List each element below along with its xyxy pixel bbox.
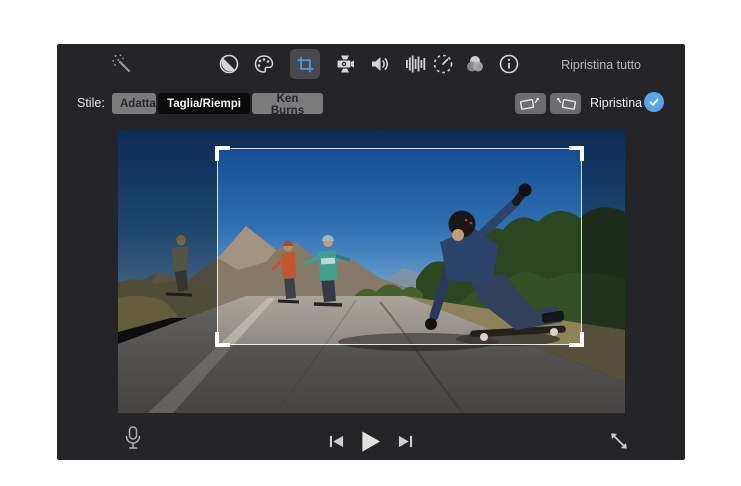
checkmark-icon [647,95,661,109]
crop-handle-top-right[interactable] [569,146,584,161]
adjust-toolbar: Ripristina tutto [57,44,685,86]
apply-crop-button[interactable] [644,92,664,112]
info-icon [497,52,521,76]
clip-filter-circles-icon [463,52,487,76]
crop-button-active[interactable] [290,49,320,79]
style-option-adatta[interactable]: Adatta [112,93,156,114]
crop-selection[interactable] [217,148,582,345]
skip-forward-icon [397,434,414,449]
transport-bar [57,422,685,460]
adjustments-panel: Ripristina tutto Stile: Adatta Taglia/Ri… [57,44,685,460]
style-option-taglia-riempi[interactable]: Taglia/Riempi [158,93,250,114]
info-button[interactable] [497,52,521,76]
noise-equalizer-button[interactable] [403,52,427,76]
color-correction-button[interactable] [252,52,276,76]
stabilization-button[interactable] [333,52,357,76]
speed-button[interactable] [431,52,455,76]
rotate-counterclockwise-icon [517,95,544,113]
style-label: Stile: [77,96,105,110]
expand-viewer-button[interactable] [607,428,632,453]
style-option-ken-burns[interactable]: Ken Burns [252,93,323,114]
skip-back-button[interactable] [328,434,345,449]
rotate-clockwise-icon [552,95,579,113]
crop-handle-top-left[interactable] [215,146,230,161]
magic-wand-icon [110,52,134,76]
volume-button[interactable] [368,52,392,76]
play-icon [360,430,382,453]
noise-equalizer-bars-icon [403,52,427,76]
volume-icon [368,52,392,76]
color-balance-icon [217,52,241,76]
play-button[interactable] [360,430,382,453]
color-balance-button[interactable] [217,52,241,76]
rotate-counterclockwise-button[interactable] [515,93,546,114]
clip-filter-button[interactable] [463,52,487,76]
reset-crop-label: Ripristina [590,96,642,110]
reset-all-button[interactable]: Ripristina tutto [561,44,641,86]
stabilization-camera-icon [333,52,357,76]
expand-diagonal-icon [607,429,631,453]
crop-handle-bottom-right[interactable] [569,332,584,347]
style-segmented-control: Adatta Taglia/Riempi Ken Burns [112,93,323,114]
crop-icon [295,54,316,75]
speed-gauge-icon [431,52,455,76]
rotate-clockwise-button[interactable] [550,93,581,114]
screen: Ripristina tutto Stile: Adatta Taglia/Ri… [0,0,741,486]
color-correction-palette-icon [252,52,276,76]
crop-style-row: Stile: Adatta Taglia/Riempi Ken Burns [57,92,685,115]
playback-controls [57,422,685,460]
skip-back-icon [328,434,345,449]
crop-handle-bottom-left[interactable] [215,332,230,347]
skip-forward-button[interactable] [397,434,414,449]
video-viewer [118,130,625,413]
enhance-button[interactable] [110,52,134,76]
